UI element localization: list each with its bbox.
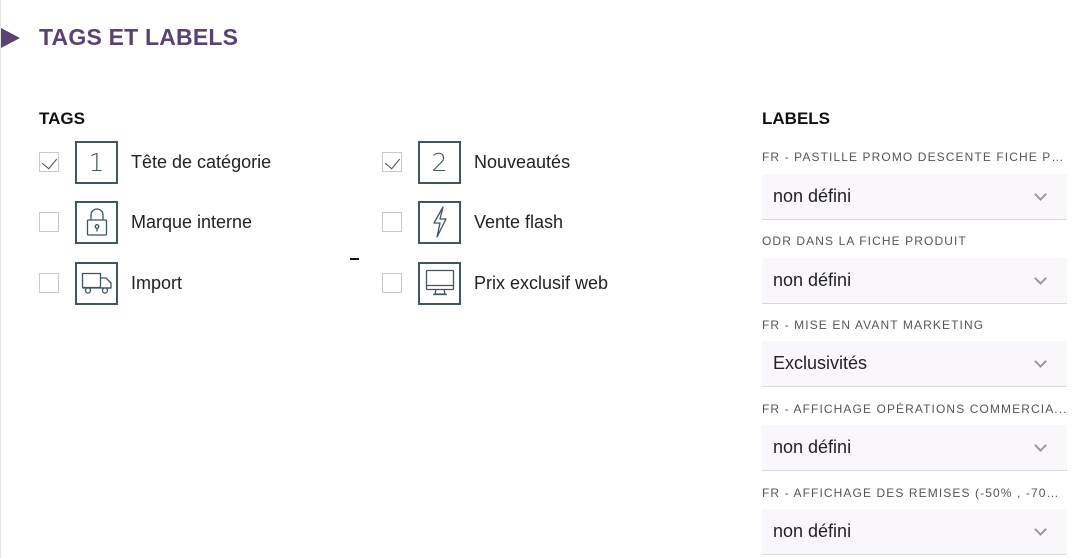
labels-heading: LABELS [762,109,830,128]
delivery-truck-icon [75,261,118,305]
label-select-odr[interactable]: non défini [762,258,1067,304]
tag-label: Vente flash [474,211,564,232]
chevron-down-icon [1034,355,1047,368]
tag-label: Import [131,272,183,293]
chevron-down-icon [1034,272,1047,285]
tag-label: Nouveautés [474,151,571,172]
dash-mark [350,258,359,260]
label-field-caption: FR - AFFICHAGE DES REMISES (-50% , -70%.… [762,486,1068,500]
section-title[interactable]: TAGS ET LABELS [39,24,238,51]
left-divider [0,0,1,558]
tag-checkbox[interactable] [382,152,402,172]
label-field-caption: FR - PASTILLE PROMO DESCENTE FICHE PR... [762,150,1068,164]
select-value: Exclusivités [773,353,868,373]
tag-checkbox[interactable] [382,212,402,232]
label-select-pastille-promo[interactable]: non défini [762,174,1067,220]
select-value: non défini [773,270,852,290]
tag-label: Tête de catégorie [131,151,272,172]
label-select-remises[interactable]: non défini [762,509,1067,555]
label-select-mise-en-avant[interactable]: Exclusivités [762,341,1067,387]
tag-label: Marque interne [131,211,253,232]
label-field-caption: FR - MISE EN AVANT MARKETING [762,318,985,332]
tags-labels-panel: TAGS ET LABELS TAGS 1 Tête de catégorie … [0,0,1078,558]
lightning-bolt-icon [418,200,461,244]
tag-checkbox[interactable] [382,273,402,293]
padlock-icon [75,200,118,244]
label-field-caption: ODR DANS LA FICHE PRODUIT [762,234,967,248]
chevron-down-icon [1034,439,1047,452]
computer-monitor-icon [418,261,461,305]
collapse-arrow-icon[interactable] [1,28,20,48]
label-field-caption: FR - AFFICHAGE OPÉRATIONS COMMERCIA... [762,402,1068,416]
select-value: non défini [773,437,852,457]
tag-item-import: Import [39,261,182,305]
tag-checkbox[interactable] [39,152,59,172]
tag-item-tete-de-categorie: 1 Tête de catégorie [39,140,271,184]
tags-heading: TAGS [39,109,85,128]
tag-checkbox[interactable] [39,212,59,232]
chevron-down-icon [1034,523,1047,536]
label-select-operations-commerciales[interactable]: non défini [762,425,1067,471]
tag-item-prix-exclusif-web: Prix exclusif web [382,261,608,305]
tag-item-nouveautes: 2 Nouveautés [382,140,570,184]
chevron-down-icon [1034,188,1047,201]
select-value: non défini [773,521,852,541]
select-value: non défini [773,186,852,206]
number-2-icon: 2 [418,140,461,184]
tag-checkbox[interactable] [39,273,59,293]
tag-item-vente-flash: Vente flash [382,200,563,244]
tag-label: Prix exclusif web [474,272,609,293]
number-1-icon: 1 [75,140,118,184]
tag-item-marque-interne: Marque interne [39,200,252,244]
